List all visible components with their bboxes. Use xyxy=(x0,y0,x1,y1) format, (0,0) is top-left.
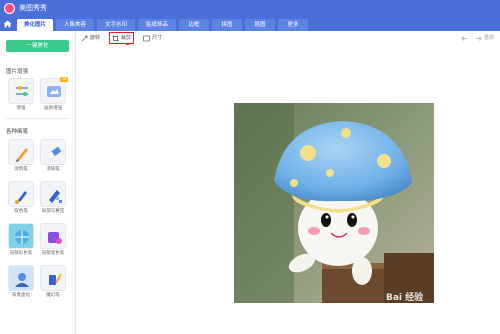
redo-label: 重做 xyxy=(484,35,495,41)
tool-label: 局部变色笔 xyxy=(41,251,65,256)
tab-frames[interactable]: 边框 xyxy=(179,19,209,31)
tab-collage[interactable]: 拼图 xyxy=(212,19,242,31)
pen-icon xyxy=(16,148,28,162)
tool-label: 涂鸦笔 xyxy=(14,167,28,172)
mosaic-icon xyxy=(49,190,62,203)
vip-badge: VIP xyxy=(60,77,68,82)
mushroom-plush-photo xyxy=(234,103,434,303)
tool-enhance[interactable]: 增强 xyxy=(8,78,34,111)
color-brush-icon xyxy=(15,191,27,204)
tool-label: 增强 xyxy=(16,106,26,111)
one-key-beautify-button[interactable]: 一键美化 xyxy=(6,40,69,52)
recolor-icon xyxy=(48,232,62,244)
tool-label: 背景虚化 xyxy=(12,293,30,298)
rotate-label: 旋转 xyxy=(90,35,101,41)
tool-partial-color-pen[interactable]: 局部彩色笔 xyxy=(8,223,34,256)
edit-toolbar: 旋转 裁剪 尺寸 重做 xyxy=(77,31,500,45)
tool-eraser-pen[interactable]: 消除笔 xyxy=(40,139,66,172)
tool-color-pen[interactable]: 取色笔 xyxy=(8,181,34,214)
tool-mosaic-pen[interactable]: 局部马赛克 xyxy=(40,181,66,214)
tool-label: 魔幻笔 xyxy=(46,293,60,298)
tool-label: 取色笔 xyxy=(14,209,28,214)
tool-label: 消除笔 xyxy=(46,167,60,172)
tool-background-blur[interactable]: 背景虚化 xyxy=(8,265,34,298)
resize-button[interactable]: 尺寸 xyxy=(143,33,167,43)
tab-text-watermark[interactable]: 文字水印 xyxy=(97,19,135,31)
tool-label: 局部马赛克 xyxy=(41,209,65,214)
tool-hd-enhance[interactable]: VIP 画质增强 xyxy=(40,77,68,111)
tool-doodle-pen[interactable]: 涂鸦笔 xyxy=(8,139,34,172)
main-tabbar: 美化图片 人像美容 文字水印 贴纸饰品 边框 拼图 抠图 更多 xyxy=(0,17,500,31)
tab-beautify[interactable]: 美化图片 xyxy=(17,19,53,31)
tool-magic-pen[interactable]: 魔幻笔 xyxy=(40,265,66,298)
tool-recolor-pen[interactable]: 局部变色笔 xyxy=(40,223,66,256)
rotate-button[interactable]: 旋转 xyxy=(81,33,107,43)
redo-button[interactable]: 重做 xyxy=(475,33,499,43)
redo-icon xyxy=(476,36,482,41)
colorize-icon xyxy=(15,230,29,244)
watermark-text: Bai 经验 xyxy=(386,293,424,303)
app-logo-icon xyxy=(4,3,15,14)
sliders-icon xyxy=(16,86,28,96)
tool-label: 画质增强 xyxy=(44,106,62,111)
hd-icon xyxy=(47,86,61,97)
undo-button[interactable] xyxy=(461,33,471,43)
tab-portrait[interactable]: 人像美容 xyxy=(56,19,94,31)
tab-cutout[interactable]: 抠图 xyxy=(245,19,275,31)
tab-more[interactable]: 更多 xyxy=(278,19,308,31)
home-icon[interactable] xyxy=(3,20,12,28)
blur-icon xyxy=(15,273,29,287)
brush-section-title: 各种画笔 xyxy=(6,129,29,135)
title-bar: 美图秀秀 xyxy=(0,0,500,17)
tool-label: 局部彩色笔 xyxy=(9,251,33,256)
sidebar-divider xyxy=(6,118,70,119)
edited-photo[interactable] xyxy=(234,103,434,303)
rotate-icon xyxy=(81,35,88,42)
tab-stickers[interactable]: 贴纸饰品 xyxy=(138,19,176,31)
app-title: 美图秀秀 xyxy=(19,4,47,12)
resize-icon xyxy=(143,35,150,42)
eraser-icon xyxy=(47,146,62,159)
undo-icon xyxy=(461,36,467,41)
magic-icon xyxy=(49,273,62,285)
resize-label: 尺寸 xyxy=(152,35,163,41)
enhance-section-title: 图片增强 xyxy=(6,69,29,75)
left-sidebar: 一键美化 图片增强 增强 VIP 画质增强 各种画笔 涂鸦笔 消除笔 取色笔 局… xyxy=(0,31,76,334)
